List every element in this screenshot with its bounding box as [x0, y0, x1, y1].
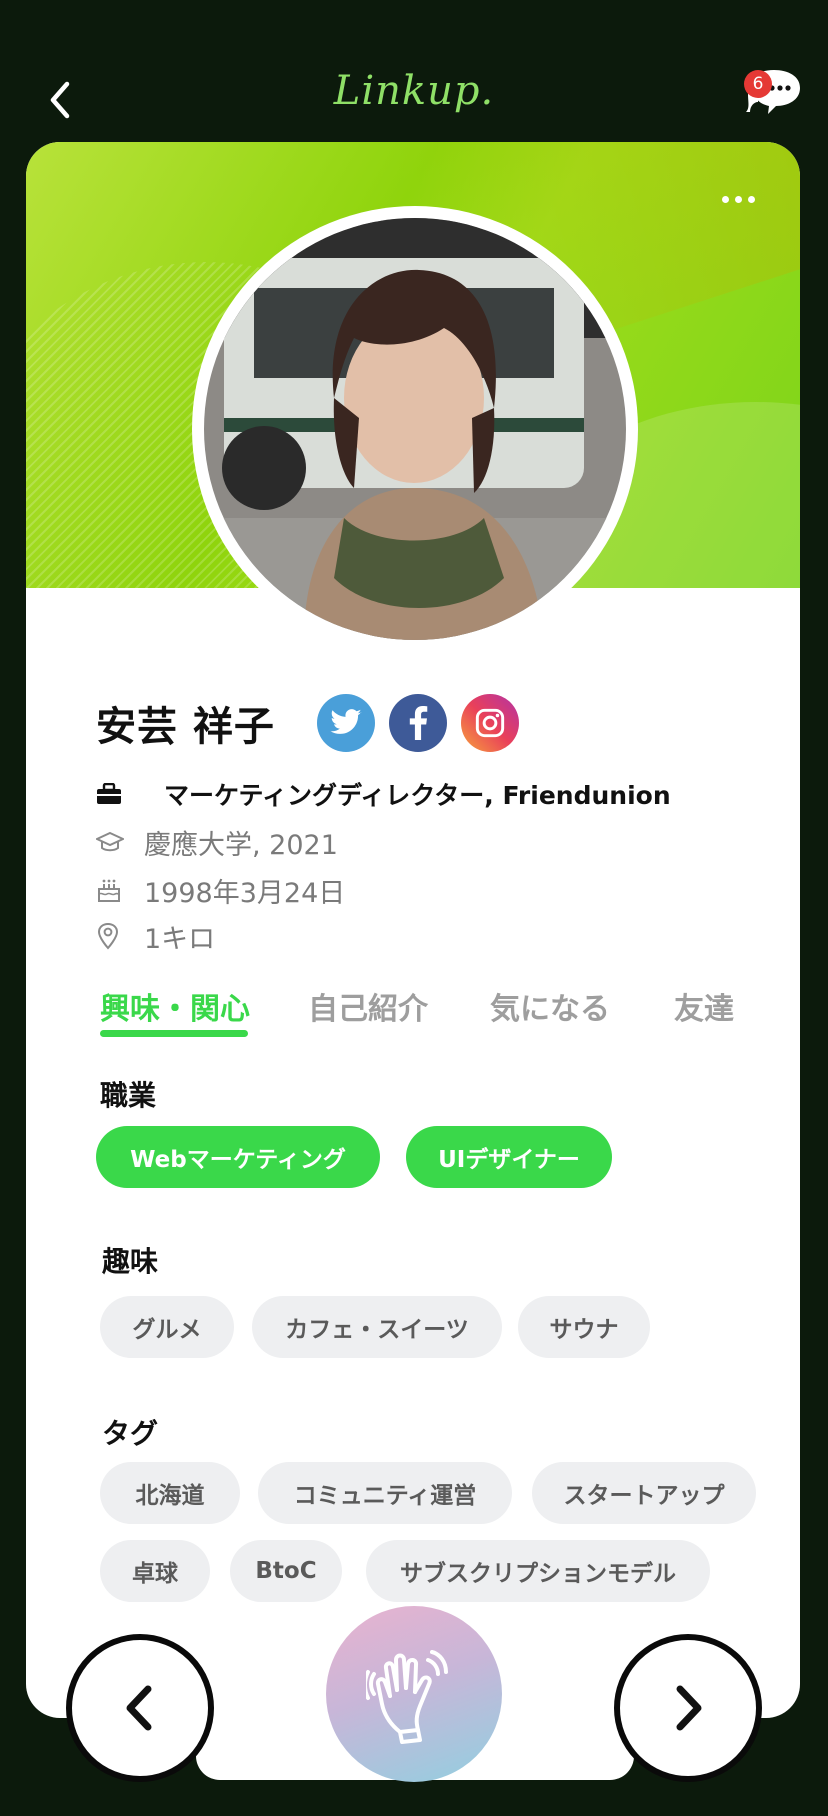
facebook-button[interactable] [388, 694, 447, 752]
next-profile-button[interactable] [614, 1634, 762, 1782]
avatar [192, 206, 638, 652]
top-bar: Linkup. 6 [0, 0, 828, 140]
previous-profile-button[interactable] [66, 1634, 214, 1782]
chip-tag[interactable]: 卓球 [100, 1540, 210, 1602]
tab-interested[interactable]: 気になる [490, 984, 610, 1028]
chip-tag[interactable]: スタートアップ [532, 1462, 756, 1524]
profile-photo [204, 218, 626, 640]
wave-button[interactable] [326, 1606, 502, 1782]
birthday-text: 1998年3月24日 [144, 877, 346, 909]
chip-hobby[interactable]: サウナ [518, 1296, 650, 1358]
education-row: 慶應大学, 2021 [96, 820, 338, 864]
job-row: マーケティングディレクター, Friendunion [96, 772, 671, 816]
graduation-cap-icon [96, 830, 136, 854]
facebook-icon [409, 706, 428, 740]
chip-occupation[interactable]: UIデザイナー [406, 1126, 612, 1188]
distance-text: 1キロ [144, 923, 216, 955]
chip-tag[interactable]: BtoC [230, 1540, 342, 1602]
birthday-cake-icon [96, 877, 136, 903]
section-title-hobbies: 趣味 [102, 1245, 159, 1278]
briefcase-icon [96, 783, 136, 805]
location-pin-icon [96, 922, 136, 950]
profile-name: 安芸 祥子 [96, 704, 275, 750]
job-text: マーケティングディレクター, Friendunion [164, 781, 671, 810]
instagram-button[interactable] [460, 694, 519, 752]
tab-friends[interactable]: 友達 [674, 984, 734, 1028]
twitter-button[interactable] [316, 694, 375, 752]
active-tab-indicator [100, 1030, 248, 1037]
section-title-occupation: 職業 [100, 1079, 157, 1112]
more-dots-icon [721, 195, 729, 203]
chevron-right-icon [676, 1685, 702, 1731]
more-options-button[interactable] [712, 184, 764, 214]
name-row: 安芸 祥子 [96, 690, 519, 756]
chip-tag[interactable]: 北海道 [100, 1462, 240, 1524]
chip-hobby[interactable]: グルメ [100, 1296, 234, 1358]
chip-tag[interactable]: サブスクリプションモデル [366, 1540, 710, 1602]
instagram-icon [475, 708, 505, 738]
notification-badge: 6 [744, 70, 772, 98]
chip-hobby[interactable]: カフェ・スイーツ [252, 1296, 502, 1358]
tab-self-intro[interactable]: 自己紹介 [308, 984, 428, 1028]
chip-tag[interactable]: コミュニティ運営 [258, 1462, 512, 1524]
tab-interests[interactable]: 興味・関心 [100, 984, 250, 1028]
distance-row: 1キロ [96, 914, 215, 958]
twitter-icon [330, 709, 362, 734]
birthday-row: 1998年3月24日 [96, 868, 345, 912]
waving-hand-icon [366, 1650, 448, 1744]
chevron-left-icon [126, 1685, 152, 1731]
section-title-tags: タグ [102, 1417, 159, 1450]
education-text: 慶應大学, 2021 [144, 829, 338, 861]
app-logo: Linkup. [333, 68, 495, 114]
chip-occupation[interactable]: Webマーケティング [96, 1126, 380, 1188]
